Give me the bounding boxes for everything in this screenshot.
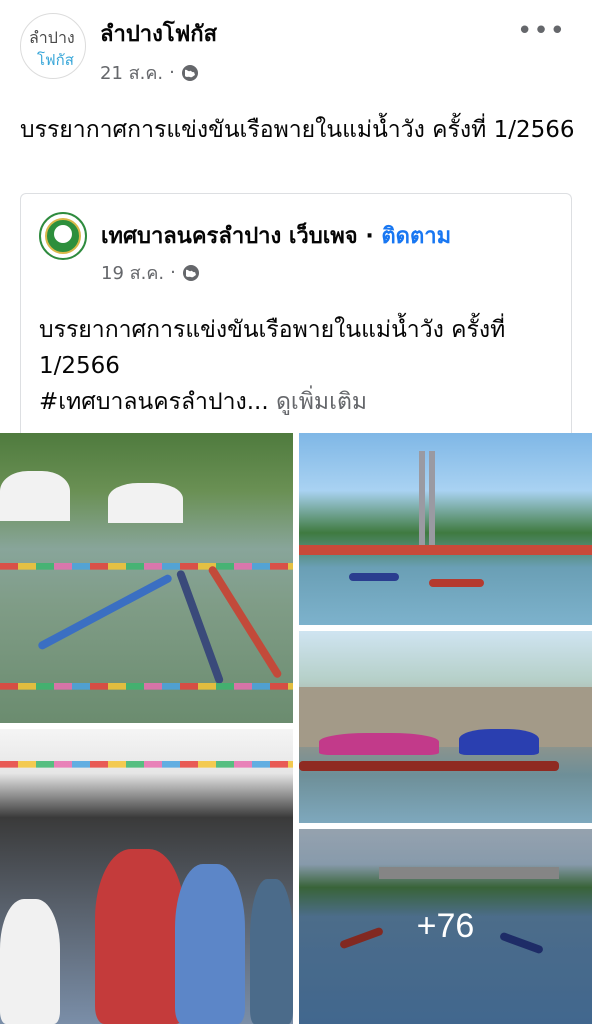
shared-page-avatar[interactable] bbox=[39, 212, 87, 260]
page-name[interactable]: ลำปางโฟกัส bbox=[100, 16, 217, 51]
globe-icon bbox=[181, 64, 198, 81]
name-separator: · bbox=[365, 224, 374, 249]
post-text: บรรยากาศการแข่งขันเรือพายในแม่น้ำวัง ครั… bbox=[20, 117, 575, 143]
boat-shape bbox=[299, 761, 559, 771]
shared-page-header: เทศบาลนครลำปาง เว็บเพจ · ติดตาม bbox=[101, 218, 451, 253]
photo-boats-tents[interactable] bbox=[0, 433, 293, 723]
shared-text-line2: 1/2566 bbox=[39, 353, 120, 379]
bunting-flags bbox=[0, 683, 293, 690]
shared-post-meta: 19 ส.ค. · bbox=[101, 258, 200, 287]
shared-text-line1: บรรยากาศการแข่งขันเรือพายในแม่น้ำวัง ครั… bbox=[39, 317, 506, 343]
meta-separator: · bbox=[169, 62, 175, 83]
photo-ceremony[interactable] bbox=[0, 729, 293, 1024]
boat-shape bbox=[349, 573, 399, 581]
follow-button[interactable]: ติดตาม bbox=[381, 224, 451, 249]
shared-meta-separator: · bbox=[170, 262, 176, 283]
photo-racing-boat[interactable] bbox=[299, 631, 592, 823]
photo-gallery: +76 bbox=[0, 433, 592, 1024]
post-header: ลำปาง โฟกัส ลำปางโฟกัส 21 ส.ค. · ••• bbox=[0, 0, 592, 100]
bunting-flags bbox=[0, 761, 293, 768]
bunting-flags bbox=[0, 563, 293, 570]
person-shape bbox=[95, 849, 185, 1024]
post-date[interactable]: 21 ส.ค. bbox=[100, 58, 163, 87]
shared-text-line3: #เทศบาลนครลำปาง... ดูเพิ่มเติม bbox=[39, 384, 559, 420]
boat-shape bbox=[207, 564, 283, 680]
see-more-link[interactable]: ดูเพิ่มเติม bbox=[276, 389, 367, 415]
bridge-tower bbox=[429, 451, 435, 551]
page-avatar[interactable]: ลำปาง โฟกัส bbox=[20, 13, 86, 79]
post-meta: 21 ส.ค. · bbox=[100, 58, 199, 87]
boat-shape bbox=[429, 579, 484, 587]
bridge-tower bbox=[419, 451, 425, 551]
rowers-shape bbox=[459, 729, 539, 755]
rooster-icon bbox=[54, 225, 72, 243]
boat-shape bbox=[36, 573, 174, 651]
hashtag-link[interactable]: #เทศบาลนครลำปาง... bbox=[39, 389, 269, 415]
more-options-icon[interactable]: ••• bbox=[517, 16, 566, 46]
photo-suspension-bridge[interactable] bbox=[299, 433, 592, 625]
tent-shape bbox=[108, 483, 183, 523]
shared-post-card[interactable]: เทศบาลนครลำปาง เว็บเพจ · ติดตาม 19 ส.ค. … bbox=[20, 193, 572, 433]
person-shape bbox=[175, 864, 245, 1024]
more-photos-count[interactable]: +76 bbox=[299, 829, 592, 1024]
person-shape bbox=[0, 899, 60, 1024]
shared-post-text: บรรยากาศการแข่งขันเรือพายในแม่น้ำวัง ครั… bbox=[39, 312, 559, 420]
shared-post-date[interactable]: 19 ส.ค. bbox=[101, 258, 164, 287]
person-shape bbox=[250, 879, 293, 1024]
globe-icon bbox=[182, 264, 199, 281]
photo-river-boats[interactable]: +76 bbox=[299, 829, 592, 1024]
shared-page-name[interactable]: เทศบาลนครลำปาง เว็บเพจ bbox=[101, 224, 358, 249]
tent-shape bbox=[0, 471, 70, 521]
rowers-shape bbox=[319, 733, 439, 755]
boat-shape bbox=[175, 569, 225, 685]
avatar-text-line2: โฟกัส bbox=[37, 51, 74, 69]
bridge-deck bbox=[299, 545, 592, 555]
